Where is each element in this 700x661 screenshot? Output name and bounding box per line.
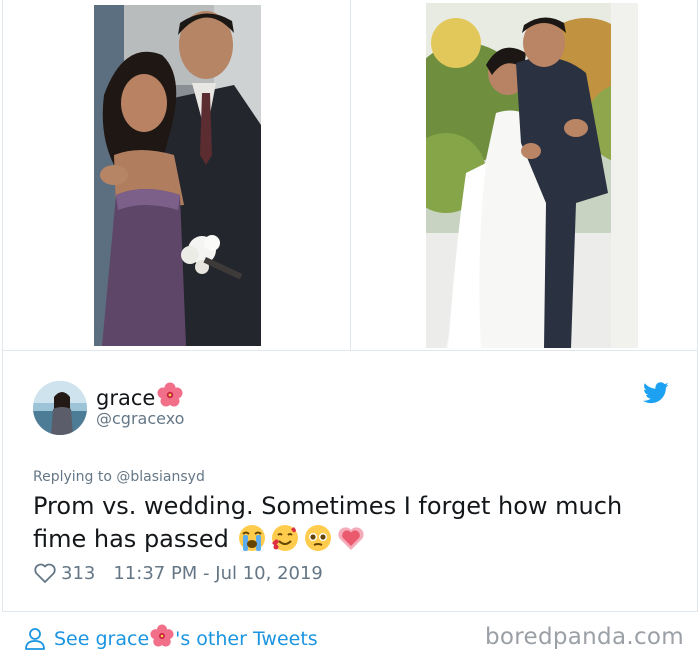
tweet-text-line2: fime has passed [33, 525, 229, 553]
see-other-prefix: See grace [54, 627, 150, 650]
photo-grid [2, 0, 698, 350]
tweet-meta: 313 11:37 PM - Jul 10, 2019 [33, 562, 323, 584]
watermark: boredpanda.com [485, 624, 684, 650]
display-name-text: grace [96, 386, 156, 410]
heart-icon[interactable] [33, 562, 57, 584]
see-other-tweets-link[interactable]: See grace 's other Tweets [24, 624, 318, 653]
photo-cell-left [3, 0, 350, 350]
tweet-screenshot: grace @cgracexo Replying to @blasiansyd … [0, 0, 700, 661]
reply-to-line: Replying to @blasiansyd [33, 469, 205, 485]
like-count[interactable]: 313 [61, 563, 95, 584]
see-other-suffix: 's other Tweets [175, 627, 318, 650]
reply-handle[interactable]: @blasiansyd [116, 469, 204, 485]
reply-label: Replying to [33, 469, 112, 485]
tweet-footer: See grace 's other Tweets boredpanda.com [2, 612, 698, 661]
pleading-face-icon [303, 523, 333, 562]
person-icon [24, 627, 46, 651]
growing-heart-icon [336, 523, 366, 562]
tweet-emojis [237, 523, 366, 562]
tweet-text-line2-wrap: fime has passed [33, 523, 673, 562]
crying-face-icon [237, 523, 267, 562]
tweet-text: Prom vs. wedding. Sometimes I forget how… [33, 490, 673, 562]
tweet-body: grace @cgracexo Replying to @blasiansyd … [2, 350, 698, 612]
avatar[interactable] [33, 381, 87, 435]
tweet-timestamp[interactable]: 11:37 PM - Jul 10, 2019 [113, 563, 323, 584]
tweet-text-line1: Prom vs. wedding. Sometimes I forget how… [33, 492, 623, 520]
photo-cell-right [349, 0, 697, 350]
wedding-photo[interactable] [425, 3, 638, 348]
hibiscus-flower-icon [150, 624, 174, 653]
prom-photo[interactable] [94, 5, 261, 346]
user-handle[interactable]: @cgracexo [96, 409, 184, 428]
smiling-face-with-hearts-icon [270, 523, 300, 562]
twitter-bird-icon[interactable] [643, 382, 669, 404]
